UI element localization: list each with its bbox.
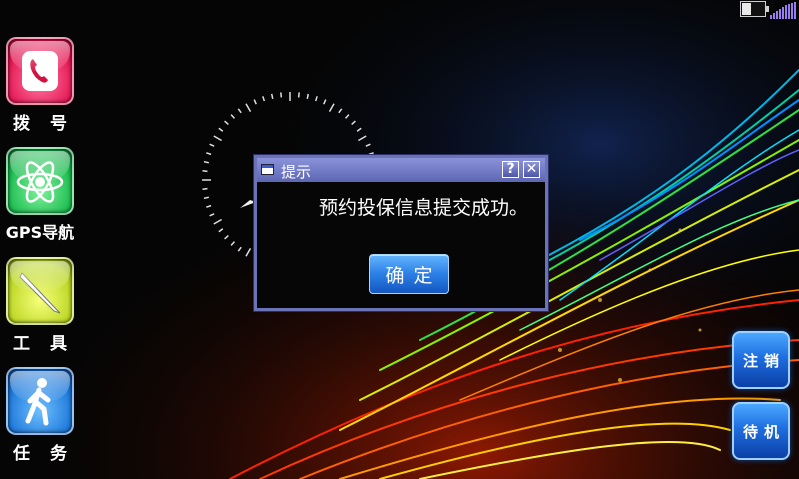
clock-tick — [209, 143, 215, 147]
clock-tick — [323, 99, 327, 105]
clock-tick — [202, 187, 208, 190]
close-button[interactable]: ✕ — [523, 161, 540, 178]
clock-tick — [328, 103, 335, 112]
clock-tick — [213, 135, 222, 142]
clock-tick — [356, 127, 362, 132]
battery-icon — [740, 1, 769, 17]
dial-app-button[interactable] — [6, 37, 74, 105]
prompt-dialog: 提示 ? ✕ 预约投保信息提交成功。 确定 — [254, 155, 548, 311]
clock-tick — [203, 160, 209, 164]
dialog-titlebar[interactable]: 提示 ? ✕ — [257, 158, 545, 182]
clock-tick — [230, 114, 236, 119]
clock-tick — [218, 228, 224, 233]
clock-tick — [245, 248, 252, 257]
clock-tick — [245, 103, 252, 112]
clock-tick — [237, 246, 242, 252]
standby-button[interactable]: 待机 — [732, 402, 790, 460]
clock-tick — [358, 135, 367, 142]
dialog-message: 预约投保信息提交成功。 — [319, 197, 529, 219]
clock-tick — [206, 204, 212, 208]
clock-tick — [206, 152, 212, 156]
task-app-button[interactable] — [6, 367, 74, 435]
help-button[interactable]: ? — [502, 161, 519, 178]
clock-tick — [218, 127, 224, 132]
clock-tick — [344, 114, 350, 119]
signal-strength-icon — [770, 2, 798, 19]
clock-tick — [253, 99, 257, 105]
clock-tick — [209, 213, 215, 217]
clock-tick — [306, 93, 310, 99]
clock-tick — [338, 108, 343, 114]
tools-app-button[interactable] — [6, 257, 74, 325]
clock-tick — [280, 92, 283, 98]
logout-button[interactable]: 注销 — [732, 331, 790, 389]
clock-tick — [365, 143, 371, 147]
gps-navigation-app-label: GPS导航 — [5, 223, 75, 242]
gps-navigation-app-button[interactable] — [6, 147, 74, 215]
clock-tick — [270, 93, 274, 99]
dialog-title: 提示 — [281, 163, 312, 181]
clock-tick — [230, 241, 236, 246]
clock-tick — [351, 120, 356, 126]
clock-tick — [213, 218, 222, 225]
clock-tick — [314, 96, 318, 102]
task-app-label: 任 务 — [13, 444, 74, 464]
clock-tick — [297, 92, 300, 98]
clock-tick — [202, 170, 208, 173]
window-icon — [261, 164, 274, 175]
clock-tick — [203, 196, 209, 200]
clock-tick — [224, 234, 229, 240]
tools-app-label: 工 具 — [13, 334, 74, 354]
dial-app-label: 拨 号 — [13, 114, 74, 134]
clock-tick — [237, 108, 242, 114]
clock-tick — [224, 120, 229, 126]
clock-tick — [262, 96, 266, 102]
confirm-button[interactable]: 确定 — [369, 254, 449, 294]
